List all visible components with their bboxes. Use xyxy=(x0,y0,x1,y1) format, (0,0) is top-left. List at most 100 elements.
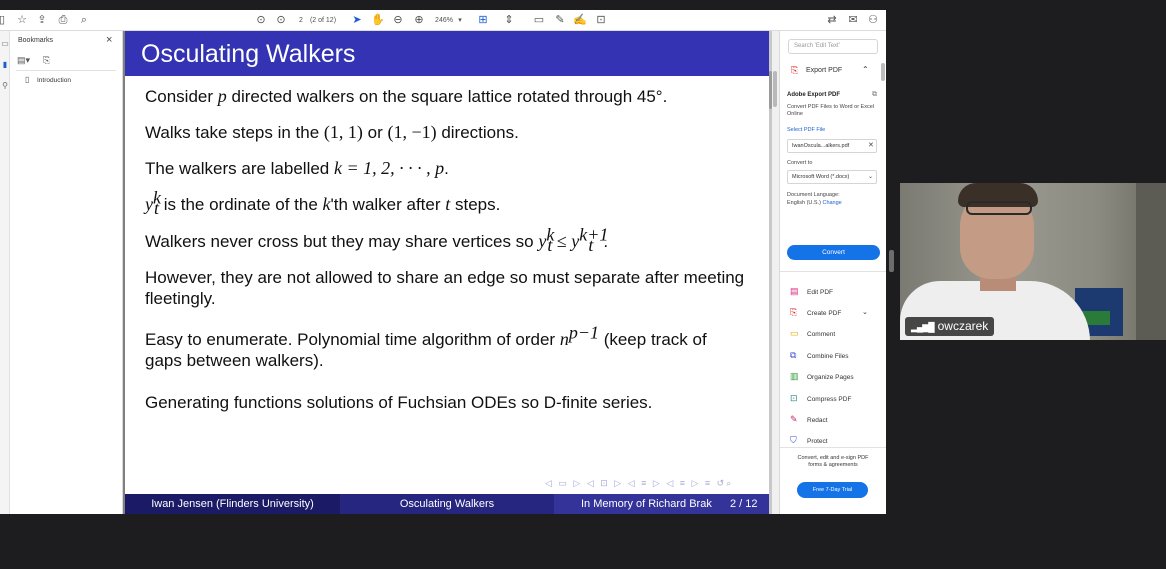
attachments-icon[interactable]: ⚲ xyxy=(0,81,10,90)
signal-bars-icon: ▂▄▆█ xyxy=(911,322,935,332)
select-pdf-file-link[interactable]: Select PDF File xyxy=(787,127,875,134)
document-area: Osculating Walkers Consider p directed w… xyxy=(123,31,772,514)
next-page-icon[interactable]: ⊙ xyxy=(274,13,288,28)
video-tile[interactable]: ▂▄▆█ owczarek xyxy=(900,183,1166,340)
change-language-link[interactable]: Change xyxy=(822,200,841,206)
toolbar: ▯ ☆ ⇪ ⎙ ⌕ ⊙ ⊙ 2 (2 of 12) ➤ ✋ ⊖ ⊕ 246% ▾… xyxy=(0,10,886,31)
chevron-down-icon: ⌄ xyxy=(868,174,874,180)
upload-icon[interactable]: ⇪ xyxy=(35,13,49,28)
convert-button[interactable]: Convert xyxy=(787,245,880,260)
user-icon[interactable]: ⚇ xyxy=(866,13,880,28)
shield-icon: ⛉ xyxy=(790,435,797,445)
new-bookmark-icon[interactable]: ⎘ xyxy=(43,55,50,66)
zoom-in-icon[interactable]: ⊕ xyxy=(412,13,426,28)
print-icon[interactable]: ⎙ xyxy=(56,13,70,28)
zoom-level[interactable]: 246% xyxy=(433,13,455,28)
pen-icon[interactable]: ✎ xyxy=(553,13,567,28)
format-select[interactable]: Microsoft Word (*.docx) ⌄ xyxy=(787,170,877,184)
tool-label: Combine Files xyxy=(807,353,849,360)
sign-icon[interactable]: ✍ xyxy=(573,13,587,28)
zoom-out-icon[interactable]: ⊖ xyxy=(391,13,405,28)
pages-icon[interactable]: ▭ xyxy=(0,39,10,48)
export-pdf-header[interactable]: ⎘ Export PDF ⌃ xyxy=(788,65,878,79)
zoom-dropdown-icon[interactable]: ▾ xyxy=(456,13,464,28)
fit-page-icon[interactable]: ⊞ xyxy=(476,13,490,28)
participant-name: owczarek xyxy=(937,319,989,333)
free-trial-button[interactable]: Free 7-Day Trial xyxy=(797,482,868,498)
scrollbar-thumb[interactable] xyxy=(881,63,885,81)
bookmark-options-icon[interactable]: ▤▾ xyxy=(17,55,30,66)
edit-pdf-icon: ▤ xyxy=(790,286,799,296)
video-drag-handle[interactable] xyxy=(889,250,894,272)
close-icon[interactable]: × xyxy=(106,34,112,46)
bookmarks-title: Bookmarks xyxy=(18,37,54,44)
footer-author: Iwan Jensen (Flinders University) xyxy=(125,494,340,514)
bookmarks-panel: Bookmarks × ▤▾ ⎘ ▯ Introduction xyxy=(10,31,123,514)
export-pdf-icon: ⎘ xyxy=(791,65,799,75)
prev-page-icon[interactable]: ⊙ xyxy=(254,13,268,28)
comment-icon[interactable]: ▭ xyxy=(532,13,546,28)
format-value: Microsoft Word (*.docx) xyxy=(792,174,850,180)
convert-to-label: Convert to xyxy=(787,160,813,166)
slide-page: Osculating Walkers Consider p directed w… xyxy=(125,31,769,514)
share-icon[interactable]: ⇄ xyxy=(825,13,839,28)
tool-label: Comment xyxy=(807,331,836,338)
create-pdf-icon: ⎘ xyxy=(790,307,798,317)
page-number-input[interactable]: 2 xyxy=(296,13,306,28)
divider xyxy=(16,70,116,71)
redact-icon: ✎ xyxy=(790,414,798,424)
footer-page-number: 2 / 12 xyxy=(730,498,758,510)
bullet-8: Generating functions solutions of Fuchsi… xyxy=(145,393,653,412)
close-icon[interactable]: ✕ xyxy=(868,140,874,152)
mail-icon[interactable]: ✉ xyxy=(846,13,860,28)
footer-title: Osculating Walkers xyxy=(340,494,554,514)
file-name: IwanOscula...alkers.pdf xyxy=(792,143,850,149)
divider xyxy=(780,271,886,272)
search-tools-input[interactable]: Search 'Edit Text' xyxy=(788,39,878,54)
tool-label: Compress PDF xyxy=(807,396,852,403)
stamp-icon[interactable]: ⊡ xyxy=(594,13,608,28)
bookmarks-panel-icon[interactable]: ▮ xyxy=(0,60,10,69)
language: English (U.S.) xyxy=(787,200,821,206)
video-background xyxy=(1136,183,1166,340)
divider xyxy=(780,447,886,448)
tool-label: Redact xyxy=(807,417,828,424)
left-icon-strip: ▭ ▮ ⚲ xyxy=(0,31,10,514)
scrollbar-thumb[interactable] xyxy=(773,71,777,107)
page-count: (2 of 12) xyxy=(309,17,337,24)
hand-icon[interactable]: ✋ xyxy=(371,13,385,28)
export-description: Convert PDF Files to Word or Excel Onlin… xyxy=(787,104,875,117)
combine-files-icon: ⧉ xyxy=(790,350,797,360)
bullet-6: However, they are not allowed to share a… xyxy=(145,268,745,308)
chevron-down-icon[interactable]: ⌄ xyxy=(862,308,868,316)
bookmark-icon: ▯ xyxy=(25,75,30,84)
comment-icon: ▭ xyxy=(790,328,799,338)
bullet-3: The walkers are labelled k = 1, 2, · · ·… xyxy=(145,158,449,178)
document-language-label: Document Language: xyxy=(787,192,840,198)
compress-pdf-icon: ⊡ xyxy=(790,393,798,403)
bullet-4: ykt is the ordinate of the k'th walker a… xyxy=(145,187,501,219)
bookmark-item-introduction[interactable]: Introduction xyxy=(37,77,71,84)
star-icon[interactable]: ☆ xyxy=(15,13,29,28)
bullet-1: Consider p directed walkers on the squar… xyxy=(145,86,668,106)
search-icon[interactable]: ⌕ xyxy=(77,13,91,28)
bullet-5: Walkers never cross but they may share v… xyxy=(145,224,609,256)
export-pdf-label: Export PDF xyxy=(806,67,843,74)
selected-file-field[interactable]: IwanOscula...alkers.pdf ✕ xyxy=(787,139,877,153)
select-cursor-icon[interactable]: ➤ xyxy=(350,13,364,28)
vertical-scrollbar[interactable] xyxy=(772,31,778,514)
slide-header: Osculating Walkers xyxy=(125,31,769,76)
bookmark-icon[interactable]: ▯ xyxy=(0,13,6,28)
scroll-mode-icon[interactable]: ⇕ xyxy=(502,13,516,28)
beamer-nav-symbols[interactable]: ◁ ▭ ▷ ◁ ⊡ ▷ ◁ ≡ ▷ ◁ ≡ ▷ ≡ ↺⌕ xyxy=(545,478,733,489)
slide-footer: Iwan Jensen (Flinders University) Oscula… xyxy=(125,494,769,514)
panel-scrollbar[interactable] xyxy=(881,61,885,391)
document-language-value: English (U.S.) Change xyxy=(787,200,875,207)
top-strip xyxy=(0,0,1166,10)
esign-promo-text: Convert, edit and e-sign PDF forms & agr… xyxy=(797,455,869,468)
bullet-7: Easy to enumerate. Polynomial time algor… xyxy=(145,322,707,370)
chevron-up-icon[interactable]: ⌃ xyxy=(862,65,869,74)
acrobat-window: ▯ ☆ ⇪ ⎙ ⌕ ⊙ ⊙ 2 (2 of 12) ➤ ✋ ⊖ ⊕ 246% ▾… xyxy=(0,10,886,514)
copy-icon[interactable]: ⧉ xyxy=(872,91,877,99)
tools-panel: Search 'Edit Text' ⎘ Export PDF ⌃ Adobe … xyxy=(779,31,886,514)
